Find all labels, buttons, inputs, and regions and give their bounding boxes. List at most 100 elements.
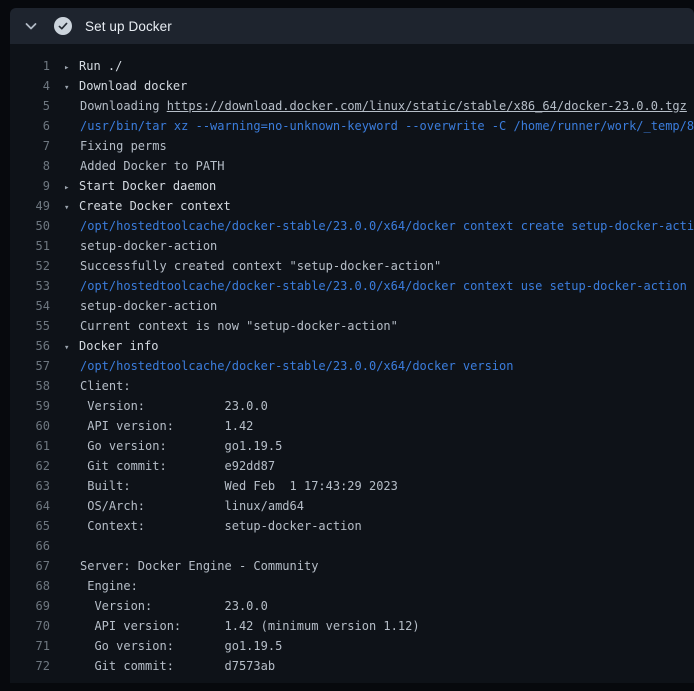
check-circle-icon xyxy=(54,17,72,35)
log-text: Downloading xyxy=(80,99,167,113)
group-expanded-icon[interactable]: ▾ xyxy=(64,83,73,93)
log-line: 59 Version: 23.0.0 xyxy=(10,396,694,416)
log-line: 50/opt/hostedtoolcache/docker-stable/23.… xyxy=(10,216,694,236)
line-number[interactable]: 63 xyxy=(10,479,50,493)
log-line: 6/usr/bin/tar xz --warning=no-unknown-ke… xyxy=(10,116,694,136)
log-line: 5Downloading https://download.docker.com… xyxy=(10,96,694,116)
line-number[interactable]: 8 xyxy=(10,159,50,173)
line-number[interactable]: 6 xyxy=(10,119,50,133)
log-line: 57/opt/hostedtoolcache/docker-stable/23.… xyxy=(10,356,694,376)
group-expanded-icon[interactable]: ▾ xyxy=(64,343,73,353)
line-content: /opt/hostedtoolcache/docker-stable/23.0.… xyxy=(50,279,687,293)
line-number[interactable]: 67 xyxy=(10,559,50,573)
log-line: 55Current context is now "setup-docker-a… xyxy=(10,316,694,336)
line-content: Downloading https://download.docker.com/… xyxy=(50,99,687,113)
log-group-line[interactable]: 56 ▾ Docker info xyxy=(10,336,694,356)
line-content: Built: Wed Feb 1 17:43:29 2023 xyxy=(50,479,398,493)
line-content: Server: Docker Engine - Community xyxy=(50,559,318,573)
line-number[interactable]: 49 xyxy=(10,199,50,213)
line-content: Successfully created context "setup-dock… xyxy=(50,259,441,273)
line-content: /opt/hostedtoolcache/docker-stable/23.0.… xyxy=(50,359,513,373)
chevron-down-icon[interactable] xyxy=(20,15,42,37)
step-log-panel: Set up Docker 1 ▸ Run ./ 4 ▾ Download docker 5… xyxy=(10,8,694,683)
line-content: Git commit: d7573ab xyxy=(50,659,275,673)
line-number[interactable]: 61 xyxy=(10,439,50,453)
group-label[interactable]: Run ./ xyxy=(79,59,122,73)
line-number[interactable]: 59 xyxy=(10,399,50,413)
line-number[interactable]: 70 xyxy=(10,619,50,633)
line-number[interactable]: 60 xyxy=(10,419,50,433)
line-number[interactable]: 4 xyxy=(10,79,50,93)
log-group-line[interactable]: 1 ▸ Run ./ xyxy=(10,56,694,76)
line-content: Go version: go1.19.5 xyxy=(50,639,282,653)
line-content: ▾ Docker info xyxy=(50,339,158,353)
log-group-line[interactable]: 9 ▸ Start Docker daemon xyxy=(10,176,694,196)
line-content: /opt/hostedtoolcache/docker-stable/23.0.… xyxy=(50,219,694,233)
line-number[interactable]: 9 xyxy=(10,179,50,193)
line-content: Current context is now "setup-docker-act… xyxy=(50,319,398,333)
line-number[interactable]: 52 xyxy=(10,259,50,273)
line-content: /usr/bin/tar xz --warning=no-unknown-key… xyxy=(50,119,694,133)
line-number[interactable]: 69 xyxy=(10,599,50,613)
line-number[interactable]: 50 xyxy=(10,219,50,233)
log-line: 70 API version: 1.42 (minimum version 1.… xyxy=(10,616,694,636)
line-number[interactable]: 58 xyxy=(10,379,50,393)
log-group-line[interactable]: 4 ▾ Download docker xyxy=(10,76,694,96)
line-content: Added Docker to PATH xyxy=(50,159,225,173)
line-content: Client: xyxy=(50,379,131,393)
log-line: 54setup-docker-action xyxy=(10,296,694,316)
log-line: 53/opt/hostedtoolcache/docker-stable/23.… xyxy=(10,276,694,296)
step-header[interactable]: Set up Docker xyxy=(10,8,694,44)
line-content: ▸ Run ./ xyxy=(50,59,122,73)
group-label[interactable]: Docker info xyxy=(79,339,158,353)
log-line: 52Successfully created context "setup-do… xyxy=(10,256,694,276)
line-number[interactable]: 5 xyxy=(10,99,50,113)
line-content: OS/Arch: linux/amd64 xyxy=(50,499,304,513)
group-label[interactable]: Create Docker context xyxy=(79,199,231,213)
group-collapsed-icon[interactable]: ▸ xyxy=(64,63,73,73)
line-number[interactable]: 72 xyxy=(10,659,50,673)
log-line: 8Added Docker to PATH xyxy=(10,156,694,176)
log-line: 64 OS/Arch: linux/amd64 xyxy=(10,496,694,516)
line-content: API version: 1.42 (minimum version 1.12) xyxy=(50,619,420,633)
step-title: Set up Docker xyxy=(85,19,172,34)
log-line: 51setup-docker-action xyxy=(10,236,694,256)
line-number[interactable]: 57 xyxy=(10,359,50,373)
line-number[interactable]: 71 xyxy=(10,639,50,653)
log-line: 68 Engine: xyxy=(10,576,694,596)
line-number[interactable]: 62 xyxy=(10,459,50,473)
line-number[interactable]: 1 xyxy=(10,59,50,73)
log-line: 61 Go version: go1.19.5 xyxy=(10,436,694,456)
line-content: Context: setup-docker-action xyxy=(50,519,362,533)
line-content: setup-docker-action xyxy=(50,239,217,253)
line-number[interactable]: 55 xyxy=(10,319,50,333)
group-expanded-icon[interactable]: ▾ xyxy=(64,203,73,213)
line-content: Version: 23.0.0 xyxy=(50,599,268,613)
line-content: Go version: go1.19.5 xyxy=(50,439,282,453)
line-number[interactable]: 7 xyxy=(10,139,50,153)
line-number[interactable]: 53 xyxy=(10,279,50,293)
line-content: setup-docker-action xyxy=(50,299,217,313)
line-number[interactable]: 68 xyxy=(10,579,50,593)
group-label[interactable]: Start Docker daemon xyxy=(79,179,216,193)
log-line: 72 Git commit: d7573ab xyxy=(10,656,694,676)
log-group-line[interactable]: 49 ▾ Create Docker context xyxy=(10,196,694,216)
line-number[interactable]: 66 xyxy=(10,539,50,553)
log-line: 66 xyxy=(10,536,694,556)
line-content: Version: 23.0.0 xyxy=(50,399,268,413)
line-number[interactable]: 51 xyxy=(10,239,50,253)
line-content: ▾ Create Docker context xyxy=(50,199,231,213)
group-collapsed-icon[interactable]: ▸ xyxy=(64,183,73,193)
group-label[interactable]: Download docker xyxy=(79,79,187,93)
log-line: 63 Built: Wed Feb 1 17:43:29 2023 xyxy=(10,476,694,496)
log-line: 71 Go version: go1.19.5 xyxy=(10,636,694,656)
line-number[interactable]: 64 xyxy=(10,499,50,513)
log-line: 67Server: Docker Engine - Community xyxy=(10,556,694,576)
line-number[interactable]: 65 xyxy=(10,519,50,533)
line-number[interactable]: 56 xyxy=(10,339,50,353)
log-link[interactable]: https://download.docker.com/linux/static… xyxy=(167,99,687,113)
log-line: 7Fixing perms xyxy=(10,136,694,156)
log-line: 58Client: xyxy=(10,376,694,396)
line-number[interactable]: 54 xyxy=(10,299,50,313)
line-content: Fixing perms xyxy=(50,139,167,153)
